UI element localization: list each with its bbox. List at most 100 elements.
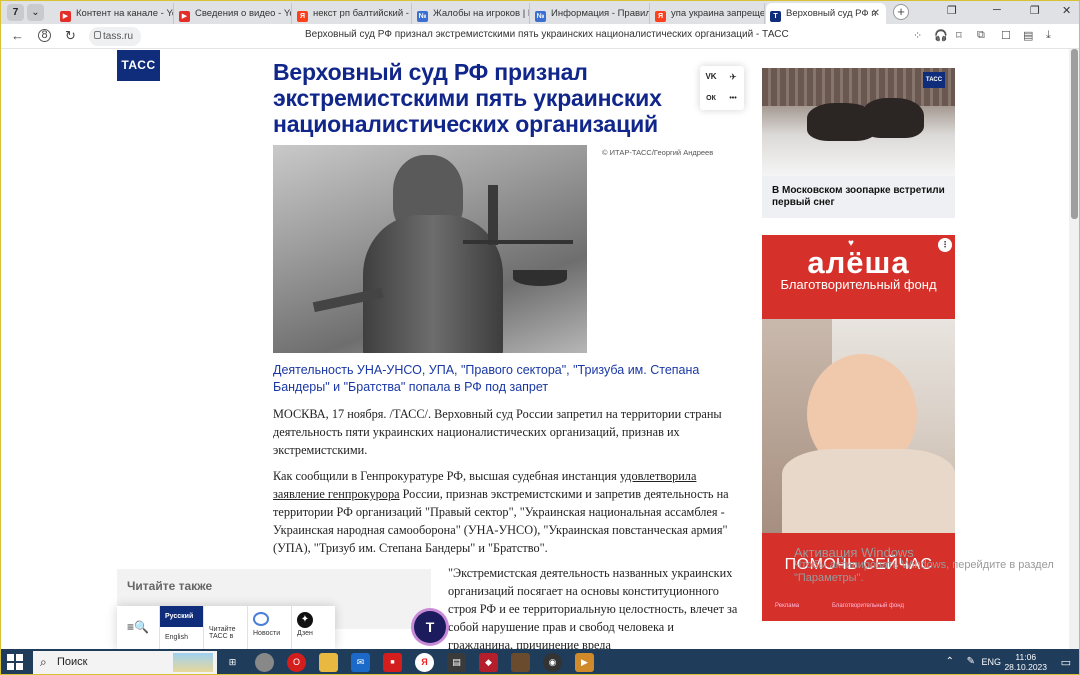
article-quote: "Экстремистская деятельность названных у… xyxy=(448,566,738,649)
paragraph-text: Как сообщили в Генпрокуратуре РФ, высшая… xyxy=(273,469,620,483)
opera-icon[interactable]: O xyxy=(287,653,306,672)
task-view-icon[interactable]: ⊞ xyxy=(223,653,242,672)
media-player-icon[interactable]: ▶ xyxy=(575,653,594,672)
ad-logo: алёша xyxy=(807,245,910,280)
restore-icon[interactable]: ❐ xyxy=(1030,4,1040,17)
tass-logo[interactable]: ТАСС xyxy=(117,50,160,81)
tass-tag: ТАСС xyxy=(923,72,945,88)
ad-photo-baby xyxy=(762,319,955,533)
windmill-icon xyxy=(173,653,213,672)
headphones-icon[interactable]: 🎧 xyxy=(934,29,948,42)
yandex-browser-icon[interactable]: Я xyxy=(415,653,434,672)
tab-6[interactable]: Яупа украина запрещен xyxy=(651,3,765,24)
article-paragraph-2: Как сообщили в Генпрокуратуре РФ, высшая… xyxy=(273,467,745,557)
more-share-icon[interactable]: ••• xyxy=(722,88,744,110)
tab-title: некст рп балтийский - xyxy=(313,8,409,19)
mail-icon[interactable]: ✉ xyxy=(351,653,370,672)
tab-1[interactable]: ▶ Контент на канале - You xyxy=(56,3,174,24)
obs-icon[interactable]: ◉ xyxy=(543,653,562,672)
ad-label: Реклама xyxy=(775,603,800,609)
bookmarks-manager-icon[interactable]: ☐ xyxy=(1001,29,1011,42)
youtube-icon: ▶ xyxy=(60,11,71,22)
sidebar-news-card[interactable]: ТАСС В Московском зоопарке встретили пер… xyxy=(762,68,955,218)
tab-counter-button[interactable]: 7 xyxy=(7,4,24,21)
back-arrow-icon[interactable]: ← xyxy=(11,28,24,43)
tray-arrow-icon[interactable]: ⌃ xyxy=(946,656,954,667)
statue-scales-arm xyxy=(488,185,498,245)
dzen-link[interactable]: ✦ Дзен xyxy=(292,606,335,649)
vk-share-icon[interactable]: VK xyxy=(700,66,722,88)
telegram-bubble-button[interactable]: T xyxy=(414,611,446,643)
menu-search-icon[interactable]: ≡🔍 xyxy=(117,606,160,649)
tab-title: Верховный суд РФ п xyxy=(786,8,877,19)
reader-mode-icon[interactable]: ▤ xyxy=(1023,29,1033,42)
clock-date: 28.10.2023 xyxy=(1004,662,1047,672)
bison-2 xyxy=(862,98,924,138)
tab-4[interactable]: № Жалобы на игроков | N xyxy=(413,3,530,24)
tab-title: Жалобы на игроков | N xyxy=(433,8,530,19)
keyboard-language[interactable]: ENG xyxy=(981,657,1001,667)
search-icon: ⌕ xyxy=(40,655,47,669)
extensions-icon[interactable]: ⁘ xyxy=(913,29,922,42)
news-link[interactable]: Новости xyxy=(248,606,292,649)
news-photo-bison: ТАСС xyxy=(762,68,955,176)
bookmark-icon[interactable]: ⌑ xyxy=(956,29,962,42)
tab-2[interactable]: ▶ Сведения о видео - You xyxy=(175,3,292,24)
dzen-label: Дзен xyxy=(297,630,313,637)
dzen-icon: ✦ xyxy=(297,612,313,628)
read-tass-in[interactable]: Читайте ТАСС в xyxy=(204,606,248,649)
roblox-icon[interactable]: ■ xyxy=(383,653,402,672)
url-field[interactable]: tass.ru xyxy=(89,27,141,46)
notepad-icon[interactable]: ▤ xyxy=(447,653,466,672)
pen-icon[interactable]: ✎ xyxy=(967,656,975,667)
forum-icon: № xyxy=(417,11,428,22)
notifications-icon[interactable]: ▭ xyxy=(1061,656,1071,669)
windows-start-icon[interactable] xyxy=(7,654,23,670)
close-window-icon[interactable]: ✕ xyxy=(1062,4,1071,17)
news-title[interactable]: В Московском зоопарке встретили первый с… xyxy=(772,185,950,209)
scales-pan xyxy=(513,270,567,286)
taskbar-search[interactable]: ⌕ Поиск xyxy=(33,651,217,674)
language-switch[interactable]: Русский English xyxy=(160,606,204,649)
tab-5[interactable]: № Информация - Правил xyxy=(531,3,650,24)
windows-taskbar: ⌕ Поиск ⊞ O ✉ ■ Я ▤ ◆ ◉ ▶ ⌃ ✎ ENG 11:06 28… xyxy=(1,649,1079,674)
yandex-b-icon[interactable]: 8 xyxy=(38,29,51,42)
game-icon[interactable] xyxy=(511,653,530,672)
forum-icon: № xyxy=(535,11,546,22)
minimize-icon[interactable]: ─ xyxy=(993,4,1001,16)
statue-body xyxy=(363,215,503,353)
capcut-icon[interactable]: ◆ xyxy=(479,653,498,672)
close-tab-icon[interactable]: ✕ xyxy=(872,3,880,24)
ad-disclaimer: Благотворительный фонд xyxy=(832,603,905,609)
share-panel: VK ✈ ОК ••• xyxy=(700,66,744,110)
tab-title: Сведения о видео - You xyxy=(195,8,292,19)
file-explorer-icon[interactable] xyxy=(319,653,338,672)
scrollbar-thumb[interactable] xyxy=(1071,49,1078,219)
ok-share-icon[interactable]: ОК xyxy=(700,88,722,110)
lang-ru[interactable]: Русский xyxy=(160,606,203,627)
baby-body xyxy=(782,449,955,533)
app-icon-1[interactable] xyxy=(255,653,274,672)
photo-credit: © ИТАР-ТАСС/Георгий Андреев xyxy=(602,148,714,157)
read-also-title: Читайте также xyxy=(127,579,213,593)
tab-3[interactable]: Янекст рп балтийский - xyxy=(293,3,412,24)
search-placeholder: Поиск xyxy=(57,656,88,668)
watermark-text: Чтобы активировать Windows, перейдите в … xyxy=(794,559,1054,584)
tab-bar: 7 ⌄ ▶ Контент на канале - You ▶ Сведения о … xyxy=(1,1,1079,24)
clock[interactable]: 11:06 28.10.2023 xyxy=(1004,652,1047,672)
collections-icon[interactable]: ❐ xyxy=(947,4,957,17)
watermark-title: Активация Windows xyxy=(794,545,914,560)
screenshot-icon[interactable]: ⧉ xyxy=(977,29,985,42)
tab-7[interactable]: T Верховный суд РФ п ✕ xyxy=(766,3,886,24)
page-title-text: Верховный суд РФ признал экстремистскими… xyxy=(305,29,789,40)
tass-icon: T xyxy=(770,11,781,22)
new-tab-button[interactable]: + xyxy=(893,4,909,20)
lang-en[interactable]: English xyxy=(160,627,203,648)
reload-icon[interactable]: ↻ xyxy=(65,28,76,44)
telegram-share-icon[interactable]: ✈ xyxy=(722,66,744,88)
chevron-down-icon[interactable]: ⌄ xyxy=(27,4,44,21)
tab-title: Контент на канале - You xyxy=(76,8,174,19)
scales-beam xyxy=(463,240,573,244)
youtube-icon: ▶ xyxy=(179,11,190,22)
download-icon[interactable]: ⤓ xyxy=(1046,29,1051,42)
